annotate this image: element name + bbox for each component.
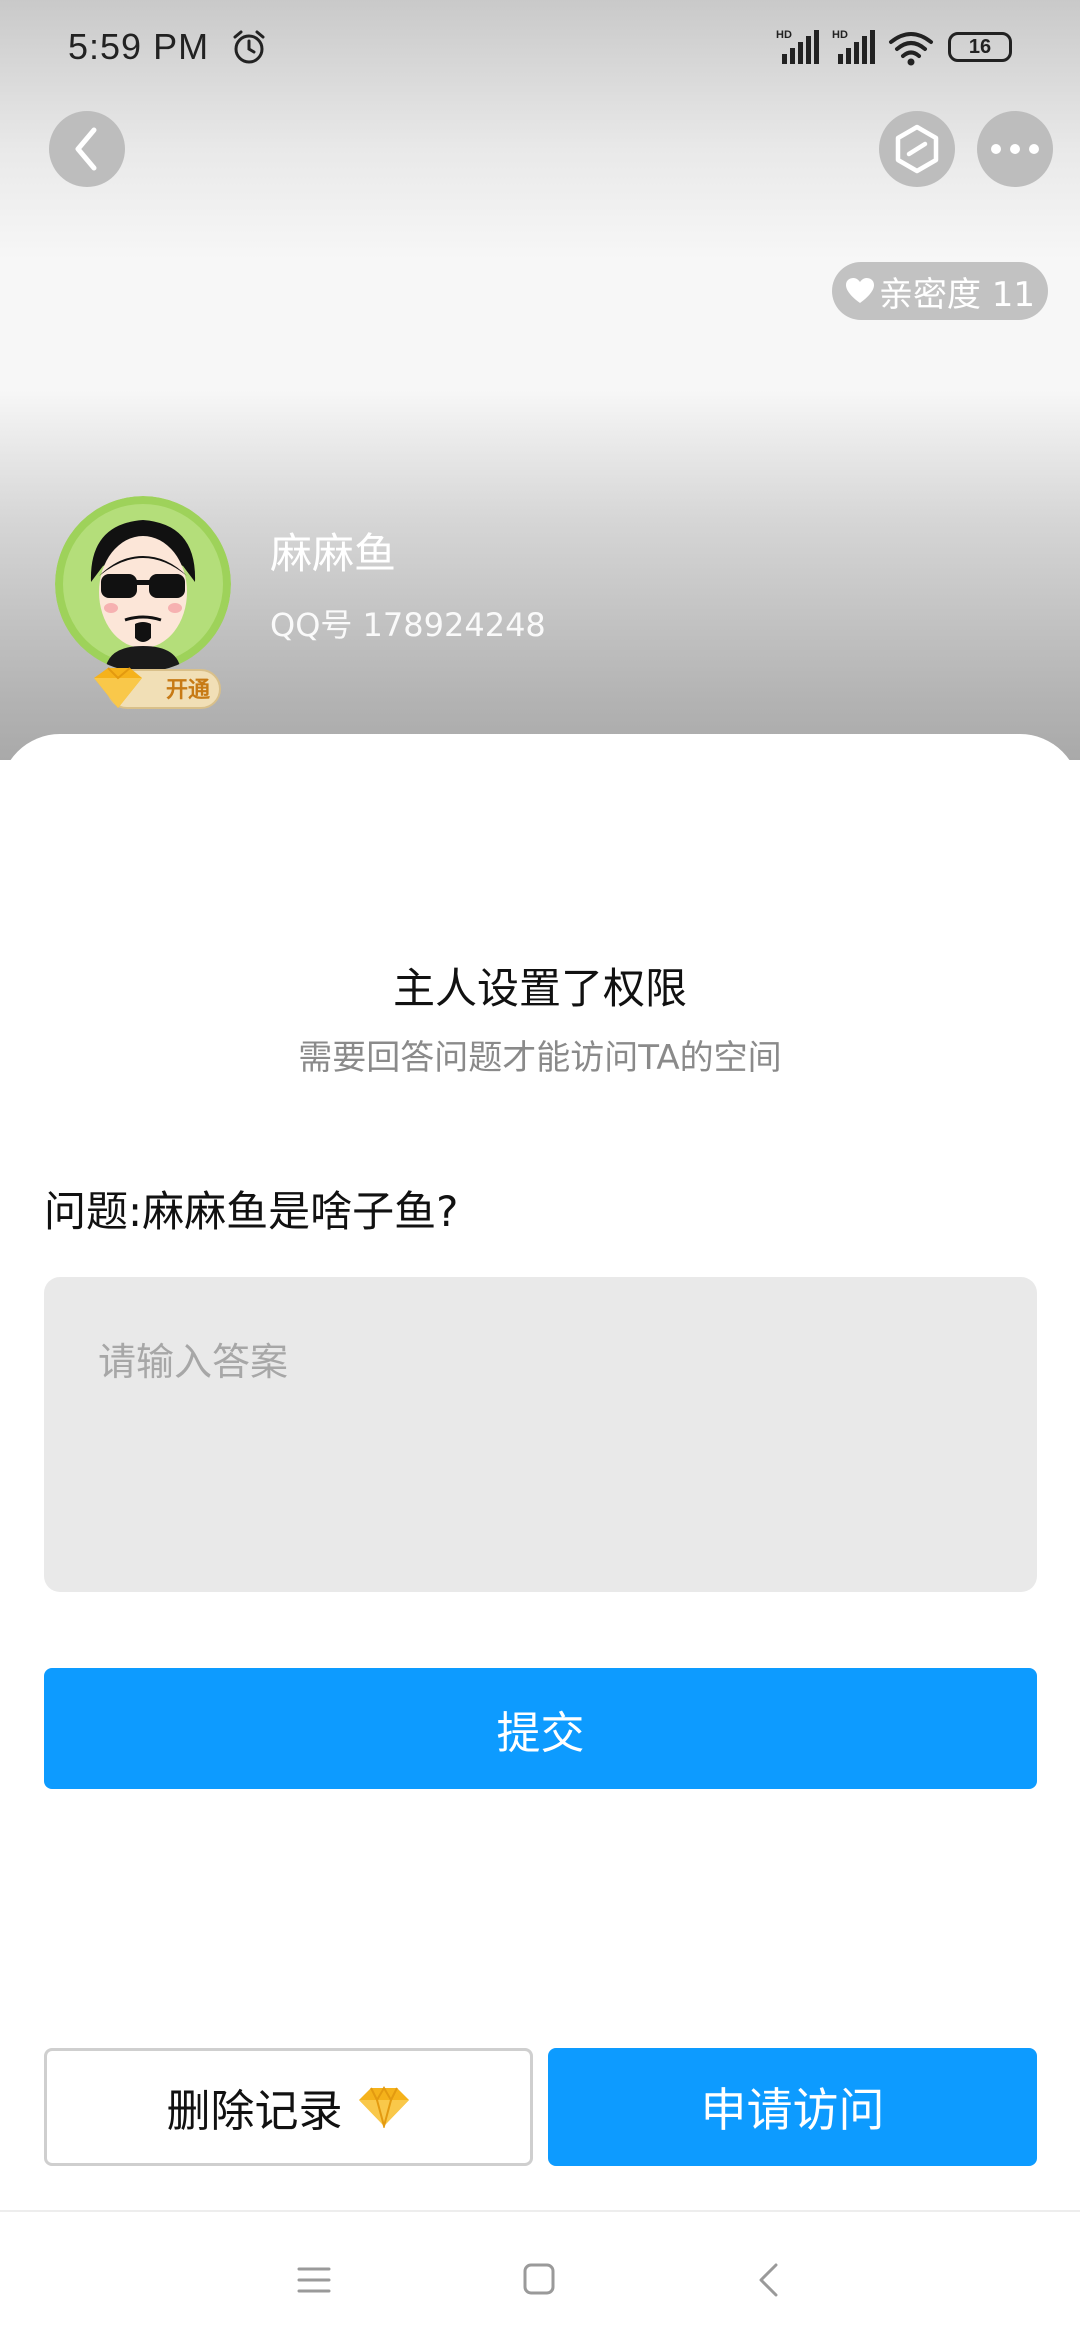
avatar-image xyxy=(55,496,231,672)
delete-record-button[interactable]: 删除记录 xyxy=(44,2048,533,2166)
heart-icon xyxy=(845,278,874,303)
hd-signal-icon: HD xyxy=(776,29,819,64)
status-bar: 5:59 PM HD HD 16 xyxy=(0,0,1080,96)
menu-icon[interactable] xyxy=(296,2264,332,2296)
intimacy-badge[interactable]: 亲密度 11 xyxy=(832,262,1048,320)
hexagon-slash-icon xyxy=(895,124,939,174)
vip-label: 开通 xyxy=(166,678,210,703)
wifi-icon xyxy=(889,32,933,66)
avatar[interactable] xyxy=(55,496,231,672)
svg-text:HD: HD xyxy=(776,29,792,41)
intimacy-label: 亲密度 11 xyxy=(878,274,1036,315)
nav-back-icon[interactable] xyxy=(756,2262,780,2298)
shield-button[interactable] xyxy=(879,111,955,187)
apply-access-button[interactable]: 申请访问 xyxy=(548,2048,1037,2166)
system-nav-bar xyxy=(0,2210,1080,2340)
delete-record-label: 删除记录 xyxy=(166,2086,343,2137)
answer-input[interactable] xyxy=(44,1277,1037,1592)
more-dots-icon xyxy=(991,144,1039,154)
svg-text:HD: HD xyxy=(832,29,848,41)
alarm-icon xyxy=(233,30,265,64)
home-icon[interactable] xyxy=(522,2262,556,2296)
chevron-left-icon xyxy=(75,127,97,171)
hd-signal-icon: HD xyxy=(832,29,875,64)
profile-cover: 5:59 PM HD HD 16 亲密度 11 开通 麻麻鱼 QQ号 17892… xyxy=(0,0,1080,760)
security-question: 问题:麻麻鱼是啥子鱼? xyxy=(44,1187,459,1236)
profile-nickname: 麻麻鱼 xyxy=(270,529,397,578)
status-time: 5:59 PM xyxy=(68,26,210,67)
submit-button[interactable]: 提交 xyxy=(44,1668,1037,1789)
profile-qq-number: QQ号 178924248 xyxy=(270,606,546,644)
permission-subtitle: 需要回答问题才能访问TA的空间 xyxy=(298,1038,782,1078)
back-button[interactable] xyxy=(49,111,125,187)
diamond-icon xyxy=(358,2086,409,2128)
permission-title: 主人设置了权限 xyxy=(392,964,687,1013)
vip-badge[interactable]: 开通 xyxy=(88,664,222,712)
more-button[interactable] xyxy=(977,111,1053,187)
battery-icon: 16 xyxy=(948,32,1012,62)
